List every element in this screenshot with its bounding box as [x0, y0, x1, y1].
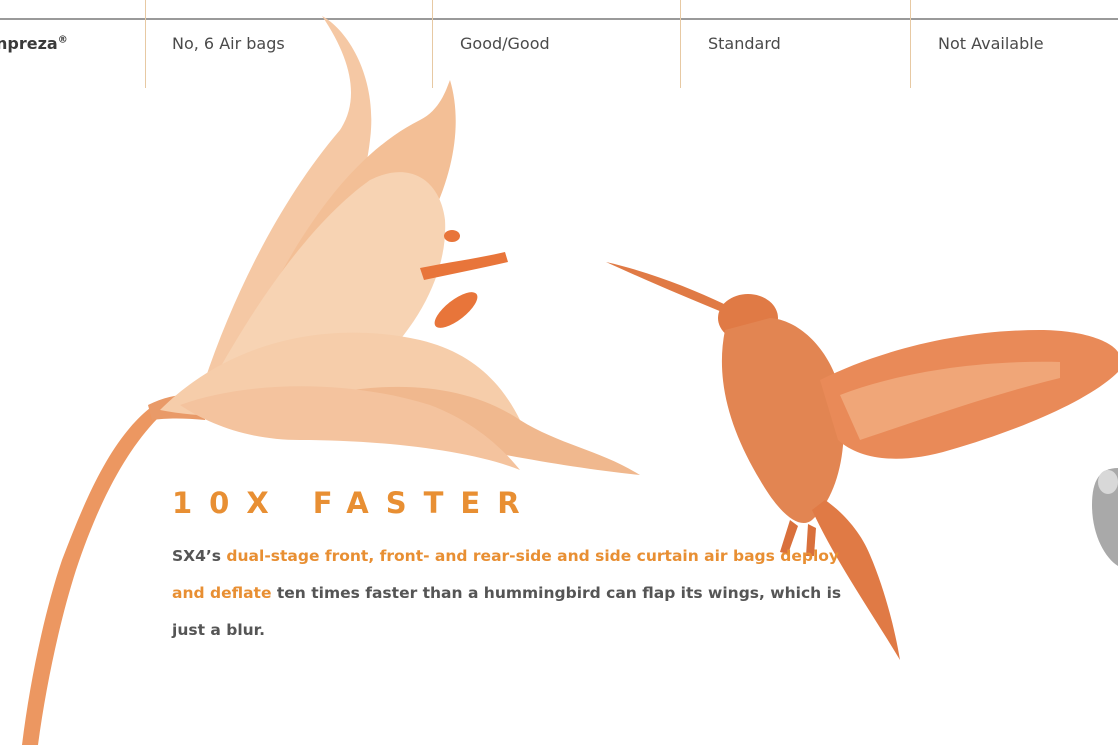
feature-body: SX4’s dual-stage front, front- and rear-…: [172, 538, 852, 649]
feature-headline: 10X FASTER: [172, 486, 537, 520]
body-lead: SX4’s: [172, 547, 227, 565]
gray-knob-icon: [1092, 468, 1118, 566]
body-tail: ten times faster than a hummingbird can …: [172, 584, 842, 639]
